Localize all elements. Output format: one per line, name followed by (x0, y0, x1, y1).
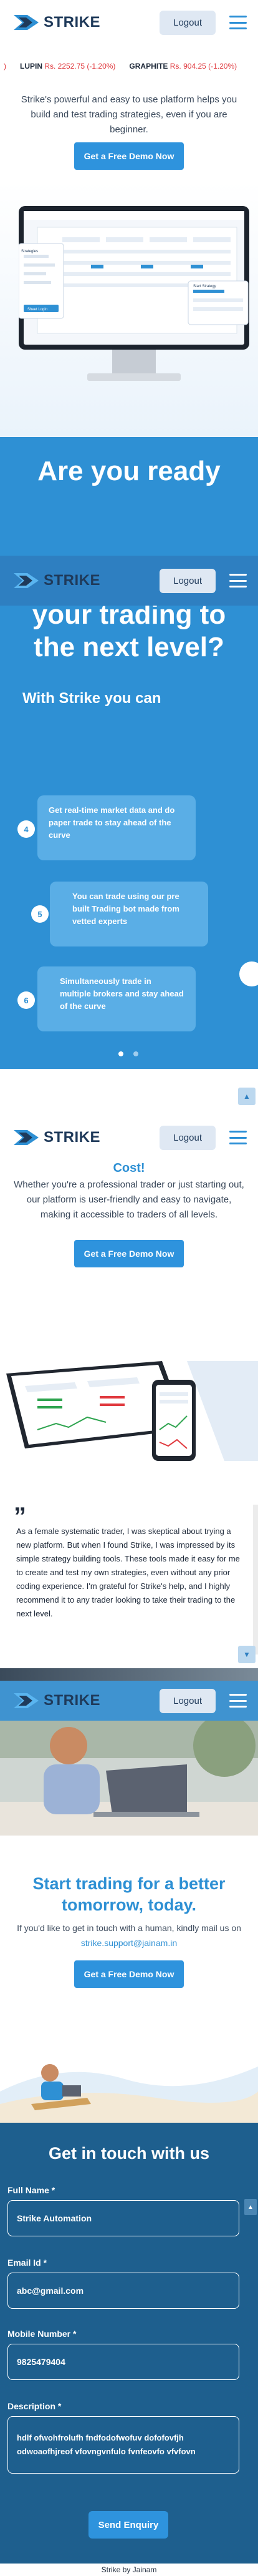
feature-text: You can trade using our pre built Tradin… (72, 892, 179, 926)
sticky-header-blue: STRIKE Logout (0, 556, 258, 606)
hero-cta-wrap: Get a Free Demo Now (0, 142, 258, 170)
logout-button[interactable]: Logout (160, 1125, 216, 1150)
page: STRIKE Logout ) LUPIN Rs. 2252.75 (-1.20… (0, 0, 258, 2576)
monitor-card-title: Strategies (21, 250, 38, 253)
ticker-item-graphite: GRAPHITE Rs. 904.25 (-1.20%) (129, 62, 237, 71)
ready-title-line-3: the next level? (34, 632, 224, 662)
ticker-value: Rs. 2252.75 (-1.20%) (44, 62, 116, 71)
monitor-panel-title: Start Strategy (193, 285, 216, 288)
quote-mark-icon: ” (14, 1503, 26, 1530)
ticker-item-lupin: LUPIN Rs. 2252.75 (-1.20%) (20, 62, 115, 71)
mobile-field[interactable]: 9825479404 (7, 2344, 239, 2380)
ticker-symbol: LUPIN (20, 62, 42, 71)
top-header: STRIKE Logout (0, 0, 258, 45)
feature-number: 4 (17, 820, 35, 838)
hamburger-menu-icon[interactable] (229, 1694, 247, 1708)
brand-logo[interactable]: STRIKE (14, 1129, 100, 1146)
email-label: Email Id * (7, 2258, 47, 2268)
scroll-top-icon[interactable]: ▲ (244, 2199, 257, 2215)
ticker-value: Rs. 904.25 (-1.20%) (170, 62, 237, 71)
support-email-link[interactable]: strike.support@jainam.in (81, 1938, 177, 1948)
sticky-header: STRIKE Logout (0, 1115, 258, 1160)
feature-card: You can trade using our pre built Tradin… (50, 882, 208, 946)
start-title: Start trading for a better tomorrow, tod… (0, 1873, 258, 1915)
brand-logo[interactable]: STRIKE (14, 1692, 100, 1709)
brand-logo[interactable]: STRIKE (14, 14, 100, 31)
cost-demo-button[interactable]: Get a Free Demo Now (74, 1240, 184, 1267)
logout-button[interactable]: Logout (160, 568, 216, 593)
description-label: Description * (7, 2401, 62, 2411)
testimonial-card: ” As a female systematic trader, I was s… (6, 1503, 252, 1647)
hamburger-menu-icon[interactable] (229, 574, 247, 587)
description-textarea[interactable]: hdlf ofwohfrolufh fndfodofwofuv dofofovf… (7, 2416, 239, 2474)
scroll-top-icon[interactable]: ▲ (238, 1088, 256, 1105)
full-name-label: Full Name * (7, 2185, 55, 2195)
desktop-monitor-illustration: Strategies Sheet Login Start Strategy (19, 206, 249, 381)
start-text: If you'd like to get in touch with a hum… (17, 1923, 241, 1933)
cost-heading-fragment: Cost! (113, 1161, 145, 1175)
footer-text: Strike by Jainam (0, 2564, 258, 2576)
feature-text: Simultaneously trade in multiple brokers… (60, 976, 184, 1011)
full-name-field[interactable]: Strike Automation (7, 2200, 239, 2236)
brand-name: STRIKE (44, 14, 101, 31)
photo-strip (0, 1668, 258, 1681)
start-cta-wrap: Get a Free Demo Now (0, 1960, 258, 1988)
logout-button[interactable]: Logout (160, 10, 216, 35)
beach-illustration (0, 2023, 258, 2123)
logout-button[interactable]: Logout (160, 1688, 216, 1713)
start-title-line-1: Start trading for a better (32, 1874, 226, 1893)
hamburger-menu-icon[interactable] (229, 1131, 247, 1144)
testimonial-scrollbar[interactable] (253, 1505, 258, 1654)
brand-name: STRIKE (44, 572, 101, 589)
contact-title: Get in touch with us (49, 2144, 209, 2163)
testimonial-text: As a female systematic trader, I was ske… (16, 1526, 240, 1618)
feature-number: 5 (31, 905, 49, 923)
carousel-dot[interactable] (133, 1051, 138, 1056)
strike-logo-icon (14, 573, 39, 588)
start-demo-button[interactable]: Get a Free Demo Now (74, 1960, 184, 1988)
cost-description: Whether you're a professional trader or … (14, 1179, 244, 1220)
hero-demo-button[interactable]: Get a Free Demo Now (74, 142, 184, 170)
stock-ticker: ) LUPIN Rs. 2252.75 (-1.20%) GRAPHITE Rs… (0, 56, 258, 76)
brand-logo[interactable]: STRIKE (14, 572, 100, 589)
brand-name: STRIKE (44, 1129, 101, 1146)
strike-logo-icon (14, 15, 39, 30)
email-field[interactable]: abc@gmail.com (7, 2273, 239, 2309)
strike-logo-icon (14, 1693, 39, 1708)
send-enquiry-button[interactable]: Send Enquiry (88, 2511, 168, 2539)
feature-text: Get real-time market data and do paper t… (49, 805, 175, 840)
laptop-phone-illustration (6, 1361, 258, 1461)
person-laptop-photo (0, 1721, 258, 1836)
mobile-label: Mobile Number * (7, 2329, 77, 2339)
feature-number: 6 (17, 991, 35, 1009)
strike-logo-icon (14, 1130, 39, 1145)
feature-card: Get real-time market data and do paper t… (37, 795, 196, 860)
ticker-symbol: GRAPHITE (129, 62, 168, 71)
start-title-line-2: tomorrow, today. (62, 1895, 196, 1914)
scroll-top-icon[interactable]: ▼ (238, 1646, 256, 1663)
cost-cta-wrap: Get a Free Demo Now (0, 1240, 258, 1267)
ready-subtitle: With Strike you can (22, 690, 161, 707)
carousel-dot-active[interactable] (118, 1051, 123, 1056)
feature-card: Simultaneously trade in multiple brokers… (37, 966, 196, 1031)
sticky-header-blue: STRIKE Logout (0, 1681, 258, 1721)
hero-description: Strike's powerful and easy to use platfo… (21, 94, 237, 135)
monitor-card-button: Sheet Login (27, 308, 47, 312)
start-description: If you'd like to get in touch with a hum… (11, 1920, 247, 1950)
ready-title-line-1: Are you ready (37, 456, 221, 486)
ticker-fragment: ) (4, 62, 6, 71)
hamburger-menu-icon[interactable] (229, 16, 247, 29)
brand-name: STRIKE (44, 1692, 101, 1709)
